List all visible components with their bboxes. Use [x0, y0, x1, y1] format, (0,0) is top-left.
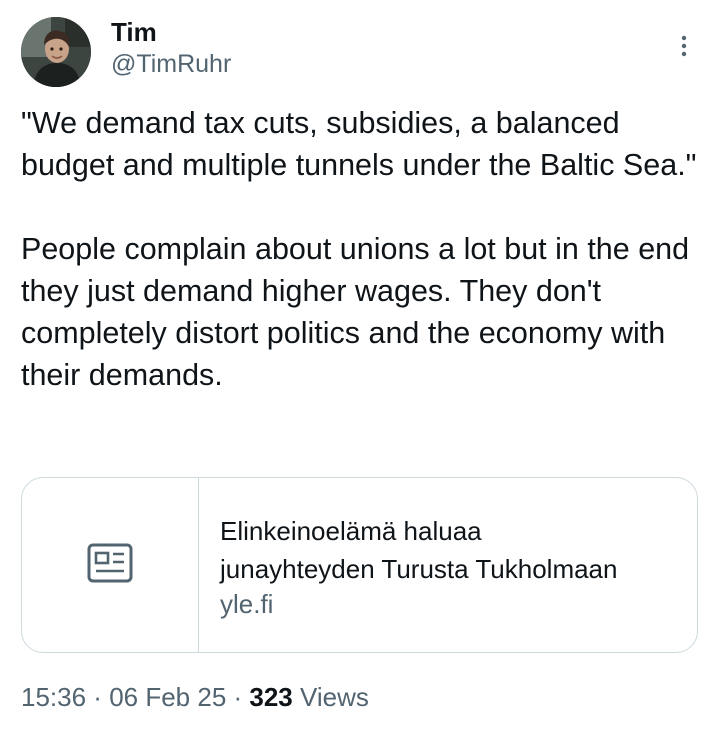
meta-separator: ·	[86, 682, 110, 712]
more-vertical-icon[interactable]	[668, 30, 700, 62]
card-domain: yle.fi	[220, 589, 274, 619]
meta-separator: ·	[226, 682, 250, 712]
views-label: Views	[292, 682, 369, 712]
tweet-text: "We demand tax cuts, subsidies, a balanc…	[21, 106, 697, 392]
views-count: 323	[249, 682, 293, 712]
card-body: Elinkeinoelämä haluaa junayhteyden Turus…	[199, 478, 617, 652]
author-handle[interactable]: @TimRuhr	[111, 48, 231, 80]
link-preview-card[interactable]: Elinkeinoelämä haluaa junayhteyden Turus…	[21, 477, 698, 653]
avatar[interactable]	[21, 17, 91, 87]
author-display-name[interactable]: Tim	[111, 16, 231, 48]
article-icon	[87, 543, 133, 588]
card-thumbnail	[22, 478, 199, 652]
tweet-meta: 15:36 · 06 Feb 25 · 323 Views	[21, 680, 369, 714]
tweet-date[interactable]: 06 Feb 25	[109, 682, 226, 712]
card-title: Elinkeinoelämä haluaa junayhteyden Turus…	[220, 516, 618, 584]
tweet-time[interactable]: 15:36	[21, 682, 86, 712]
author-info: Tim @TimRuhr	[111, 16, 231, 80]
